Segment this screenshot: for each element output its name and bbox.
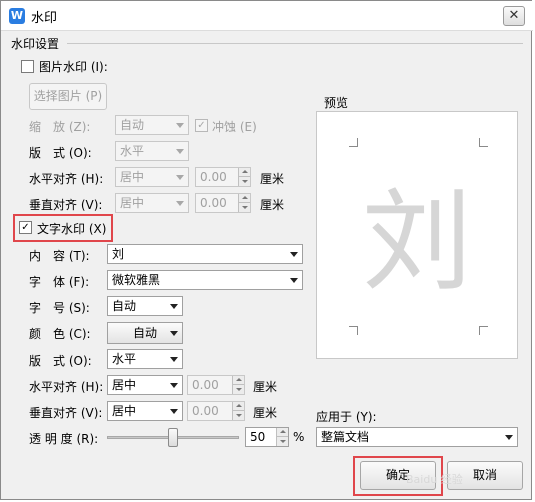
group-title: 水印设置 — [11, 37, 60, 51]
picture-watermark-checkbox[interactable] — [21, 60, 34, 73]
chevron-down-icon — [170, 304, 178, 309]
text-valign-value: 居中 — [112, 404, 137, 418]
text-halign-unit: 厘米 — [253, 380, 278, 394]
text-valign-offset-value: 0.00 — [192, 404, 219, 418]
apply-to-select[interactable]: 整篇文档 — [316, 427, 518, 447]
content-input[interactable]: 刘 — [107, 244, 303, 264]
picture-halign-offset-stepper[interactable]: 0.00 — [195, 167, 251, 187]
font-label: 字 体 (F): — [29, 275, 90, 289]
transparency-stepper[interactable]: 50 — [245, 427, 289, 447]
washout-label: 冲蚀 (E) — [212, 120, 257, 134]
apply-to-value: 整篇文档 — [321, 430, 370, 444]
wps-app-icon: W — [9, 8, 25, 24]
chevron-down-icon — [176, 149, 184, 154]
text-valign-unit: 厘米 — [253, 406, 278, 420]
text-halign-offset-value: 0.00 — [192, 378, 219, 392]
picture-valign-offset-stepper[interactable]: 0.00 — [195, 193, 251, 213]
text-layout-value: 水平 — [112, 352, 137, 366]
transparency-label: 透 明 度 (R): — [29, 432, 99, 446]
content-label: 内 容 (T): — [29, 249, 90, 263]
size-label: 字 号 (S): — [29, 301, 90, 315]
picture-halign-offset-value: 0.00 — [200, 170, 227, 184]
spin-down-icon[interactable] — [232, 411, 244, 420]
spin-up-icon[interactable] — [276, 428, 288, 437]
scale-value: 自动 — [120, 118, 145, 132]
picture-valign-offset-value: 0.00 — [200, 196, 227, 210]
chevron-down-icon — [170, 331, 178, 336]
image-watermark-text: Baidu 经验 — [406, 473, 463, 486]
picture-halign-select[interactable]: 居中 — [115, 167, 189, 187]
preview-watermark-text: 刘 — [362, 178, 472, 306]
text-halign-select[interactable]: 居中 — [107, 375, 183, 395]
font-select[interactable]: 微软雅黑 — [107, 270, 303, 290]
scale-select[interactable]: 自动 — [115, 115, 189, 135]
close-icon[interactable]: ✕ — [503, 6, 525, 26]
picture-valign-label: 垂直对齐 (V): — [29, 198, 103, 212]
chevron-down-icon — [170, 357, 178, 362]
preview-pane: 刘 — [316, 111, 518, 359]
picture-layout-value: 水平 — [120, 144, 145, 158]
apply-to-label: 应用于 (Y): — [316, 410, 377, 424]
picture-halign-value: 居中 — [120, 170, 145, 184]
color-value: 自动 — [132, 326, 157, 340]
dialog-title: 水印 — [31, 11, 58, 26]
chevron-down-icon — [290, 278, 298, 283]
color-label: 颜 色 (C): — [29, 327, 91, 341]
chevron-down-icon — [505, 435, 513, 440]
page-corner-mark — [349, 326, 358, 335]
transparency-slider-thumb[interactable] — [168, 428, 178, 447]
group-divider — [67, 43, 523, 44]
chevron-down-icon — [170, 409, 178, 414]
spin-down-icon[interactable] — [238, 203, 250, 212]
text-layout-select[interactable]: 水平 — [107, 349, 183, 369]
picture-valign-value: 居中 — [120, 196, 145, 210]
scale-label: 缩 放 (Z): — [29, 120, 91, 134]
chevron-down-icon — [176, 201, 184, 206]
page-corner-mark — [479, 138, 488, 147]
text-halign-offset-stepper[interactable]: 0.00 — [187, 375, 245, 395]
text-watermark-checkbox[interactable]: ✓ — [19, 221, 32, 234]
chevron-down-icon — [170, 383, 178, 388]
font-value: 微软雅黑 — [112, 273, 161, 287]
chevron-down-icon — [176, 123, 184, 128]
text-halign-label: 水平对齐 (H): — [29, 380, 104, 394]
size-value: 自动 — [112, 299, 137, 313]
picture-watermark-label: 图片水印 (I): — [39, 60, 108, 74]
picture-halign-label: 水平对齐 (H): — [29, 172, 104, 186]
text-layout-label: 版 式 (O): — [29, 354, 92, 368]
picture-valign-unit: 厘米 — [260, 198, 285, 212]
picture-halign-unit: 厘米 — [260, 172, 285, 186]
picture-valign-select[interactable]: 居中 — [115, 193, 189, 213]
page-corner-mark — [479, 326, 488, 335]
spin-down-icon[interactable] — [232, 385, 244, 394]
spin-up-icon[interactable] — [232, 376, 244, 385]
content-value: 刘 — [112, 247, 125, 261]
text-valign-label: 垂直对齐 (V): — [29, 406, 103, 420]
washout-checkbox[interactable]: ✓ — [195, 119, 208, 132]
text-valign-offset-stepper[interactable]: 0.00 — [187, 401, 245, 421]
select-picture-button[interactable]: 选择图片 (P) — [29, 83, 107, 110]
spin-up-icon[interactable] — [232, 402, 244, 411]
title-bar: W 水印 ✕ — [1, 1, 533, 31]
chevron-down-icon — [290, 252, 298, 257]
text-watermark-label: 文字水印 (X) — [37, 222, 107, 236]
spin-down-icon[interactable] — [238, 177, 250, 186]
transparency-value: 50 — [250, 430, 266, 444]
preview-label: 预览 — [324, 96, 349, 110]
transparency-unit: % — [293, 430, 305, 444]
color-select[interactable]: 自动 — [107, 322, 183, 344]
text-valign-select[interactable]: 居中 — [107, 401, 183, 421]
spin-up-icon[interactable] — [238, 168, 250, 177]
page-corner-mark — [349, 138, 358, 147]
picture-layout-select[interactable]: 水平 — [115, 141, 189, 161]
picture-layout-label: 版 式 (O): — [29, 146, 92, 160]
size-select[interactable]: 自动 — [107, 296, 183, 316]
spin-up-icon[interactable] — [238, 194, 250, 203]
watermark-dialog: W 水印 ✕ 水印设置 图片水印 (I): 选择图片 (P) 缩 放 (Z): … — [0, 0, 533, 500]
text-halign-value: 居中 — [112, 378, 137, 392]
spin-down-icon[interactable] — [276, 437, 288, 446]
chevron-down-icon — [176, 175, 184, 180]
